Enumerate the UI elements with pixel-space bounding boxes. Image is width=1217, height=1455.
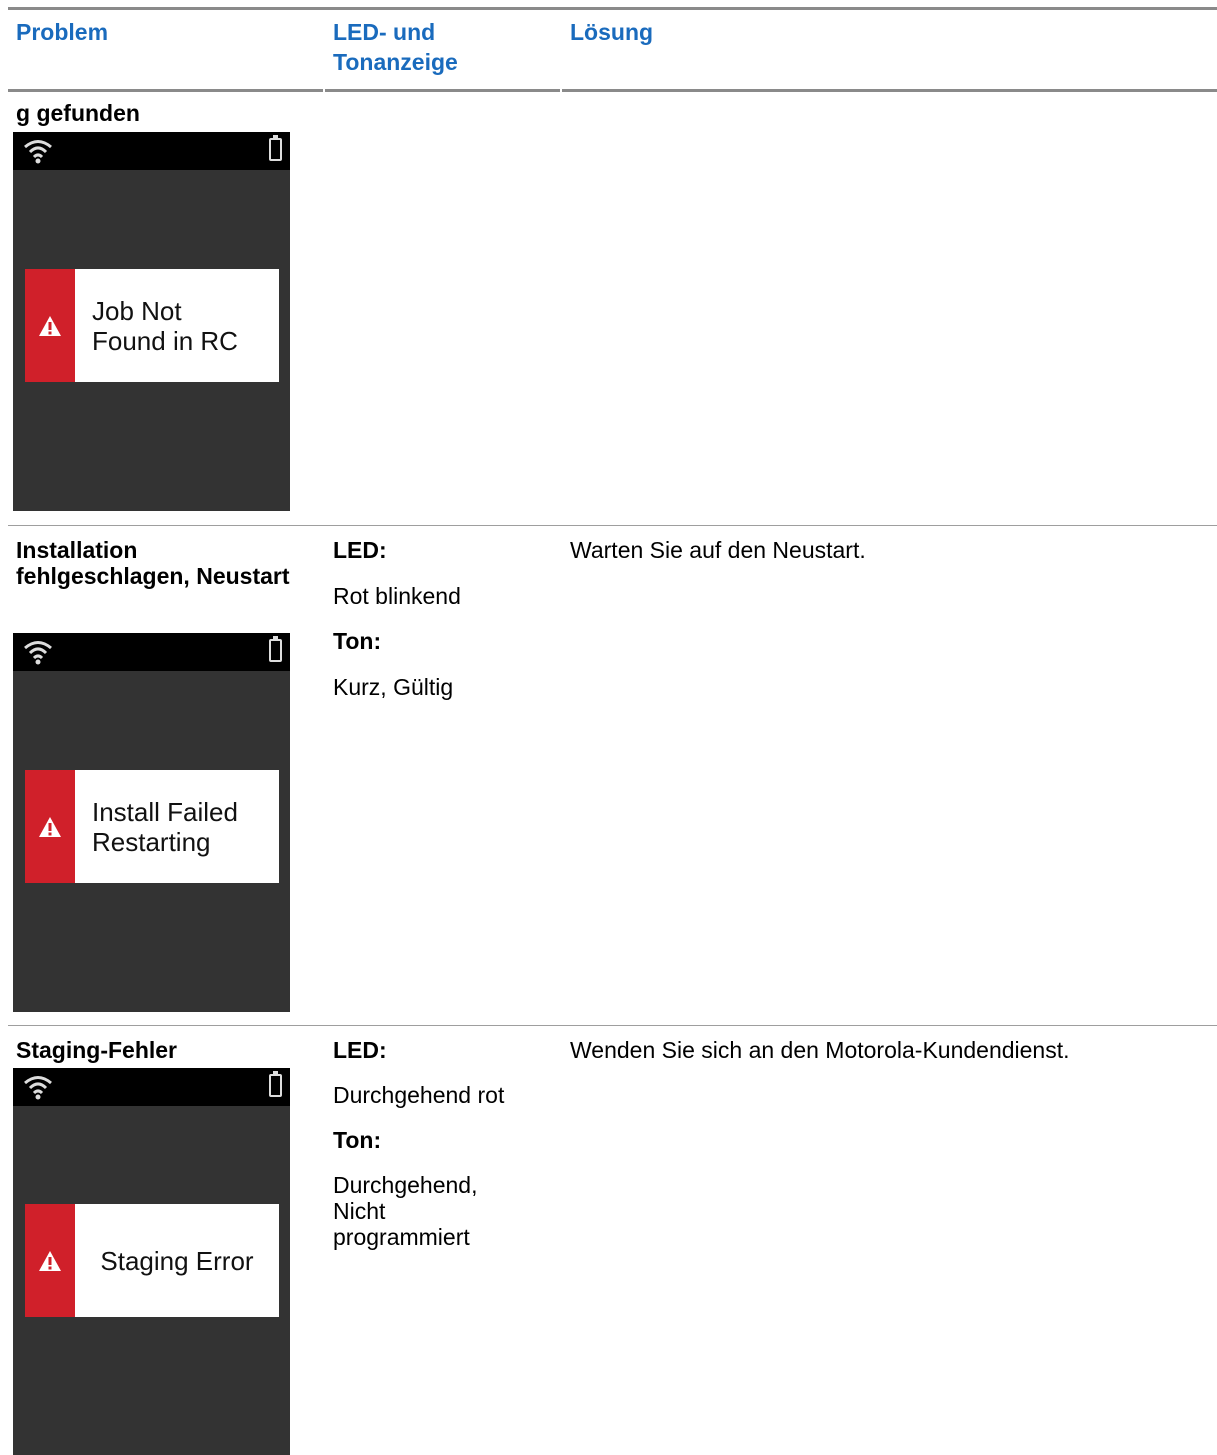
device-screen-2: Install Failed Restarting — [13, 633, 290, 1012]
alert-message-text: Job Not Found in RC — [92, 295, 238, 356]
warning-icon — [39, 1251, 61, 1271]
row2-problem: Installation fehlgeschlagen, Neustart — [16, 537, 290, 589]
wifi-icon — [24, 140, 52, 164]
alert-message-text: Install Failed Restarting — [92, 796, 238, 857]
alert-box: Staging Error — [25, 1204, 279, 1317]
column-gap — [323, 89, 325, 92]
tone-value: Kurz, Gültig — [333, 674, 454, 700]
battery-icon — [269, 636, 282, 662]
row2-solution: Warten Sie auf den Neustart. — [570, 537, 866, 563]
status-bar — [13, 1068, 290, 1106]
row3-indicator: LED: Durchgehend rot Ton: Durchgehend, N… — [333, 1037, 508, 1250]
alert-message: Install Failed Restarting — [75, 770, 279, 883]
device-screen-3: Staging Error — [13, 1068, 290, 1455]
alert-stripe — [25, 269, 75, 382]
battery-icon — [269, 1071, 282, 1097]
led-label: LED: — [333, 537, 387, 563]
tone-value: Durchgehend, Nicht programmiert — [333, 1172, 478, 1250]
row3-problem: Staging-Fehler — [16, 1037, 178, 1063]
header-rule — [8, 89, 1217, 92]
row2-indicator: LED: Rot blinkend Ton: Kurz, Gültig — [333, 537, 533, 700]
alert-stripe — [25, 770, 75, 883]
tone-label: Ton: — [333, 628, 382, 654]
wifi-icon — [24, 1076, 52, 1100]
alert-box: Install Failed Restarting — [25, 770, 279, 883]
alert-message-text: Staging Error — [100, 1245, 254, 1276]
row-separator — [8, 1025, 1217, 1026]
warning-icon — [39, 817, 61, 837]
warning-icon — [39, 316, 61, 336]
top-rule — [8, 7, 1217, 10]
row3-solution: Wenden Sie sich an den Motorola-Kundendi… — [570, 1037, 1070, 1063]
alert-message: Job Not Found in RC — [75, 269, 279, 382]
column-gap — [560, 89, 562, 92]
status-bar — [13, 132, 290, 170]
alert-box: Job Not Found in RC — [25, 269, 279, 382]
led-value: Durchgehend rot — [333, 1082, 505, 1108]
row-separator — [8, 525, 1217, 526]
device-screen-1: Job Not Found in RC — [13, 132, 290, 511]
row1-problem: g gefunden — [16, 100, 140, 126]
header-problem: Problem — [16, 19, 109, 45]
tone-label: Ton: — [333, 1127, 382, 1153]
alert-stripe — [25, 1204, 75, 1317]
header-indicator: LED- und Tonanzeige — [333, 19, 458, 75]
alert-message: Staging Error — [75, 1204, 279, 1317]
led-label: LED: — [333, 1037, 387, 1063]
battery-icon — [269, 135, 282, 161]
led-value: Rot blinkend — [333, 583, 461, 609]
status-bar — [13, 633, 290, 671]
header-solution: Lösung — [570, 19, 654, 45]
wifi-icon — [24, 641, 52, 665]
